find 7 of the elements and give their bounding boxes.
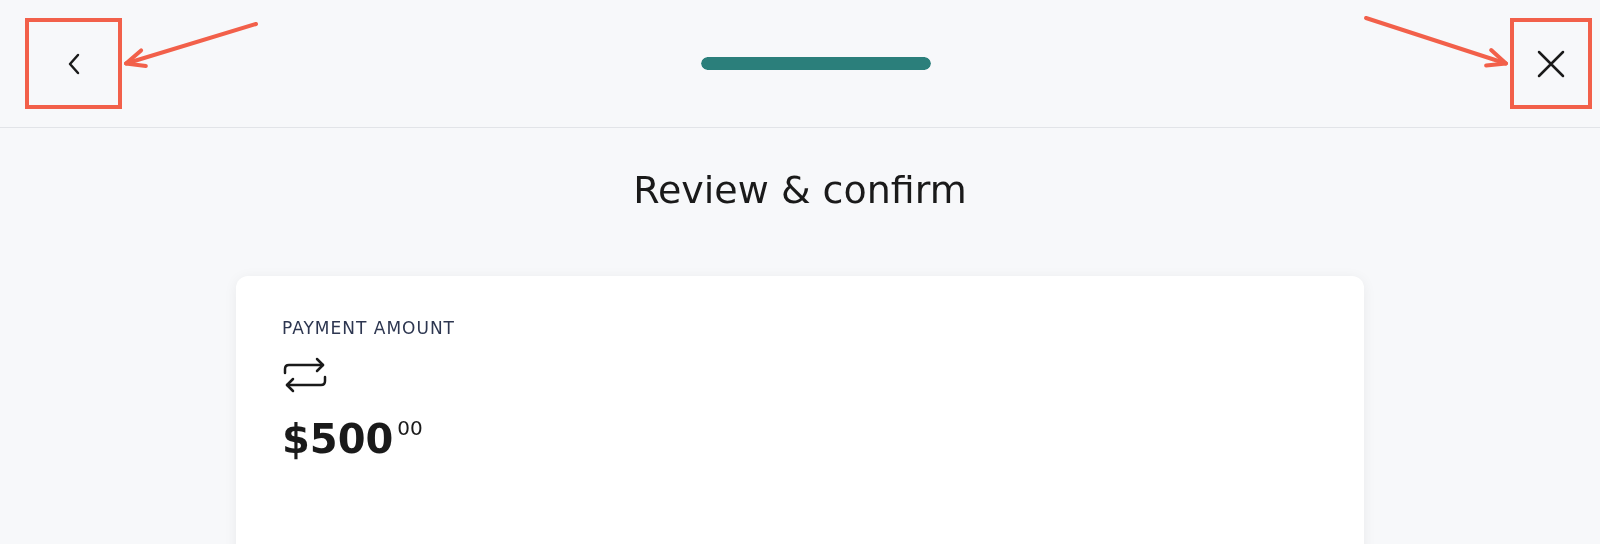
back-button[interactable] (25, 18, 122, 109)
repeat-icon (282, 357, 328, 394)
payment-amount-label: PAYMENT AMOUNT (282, 316, 456, 340)
close-icon (1536, 48, 1566, 79)
close-button[interactable] (1510, 18, 1592, 109)
page-title: Review & confirm (632, 168, 968, 214)
payment-amount: $500$^{00}$ (282, 415, 424, 465)
